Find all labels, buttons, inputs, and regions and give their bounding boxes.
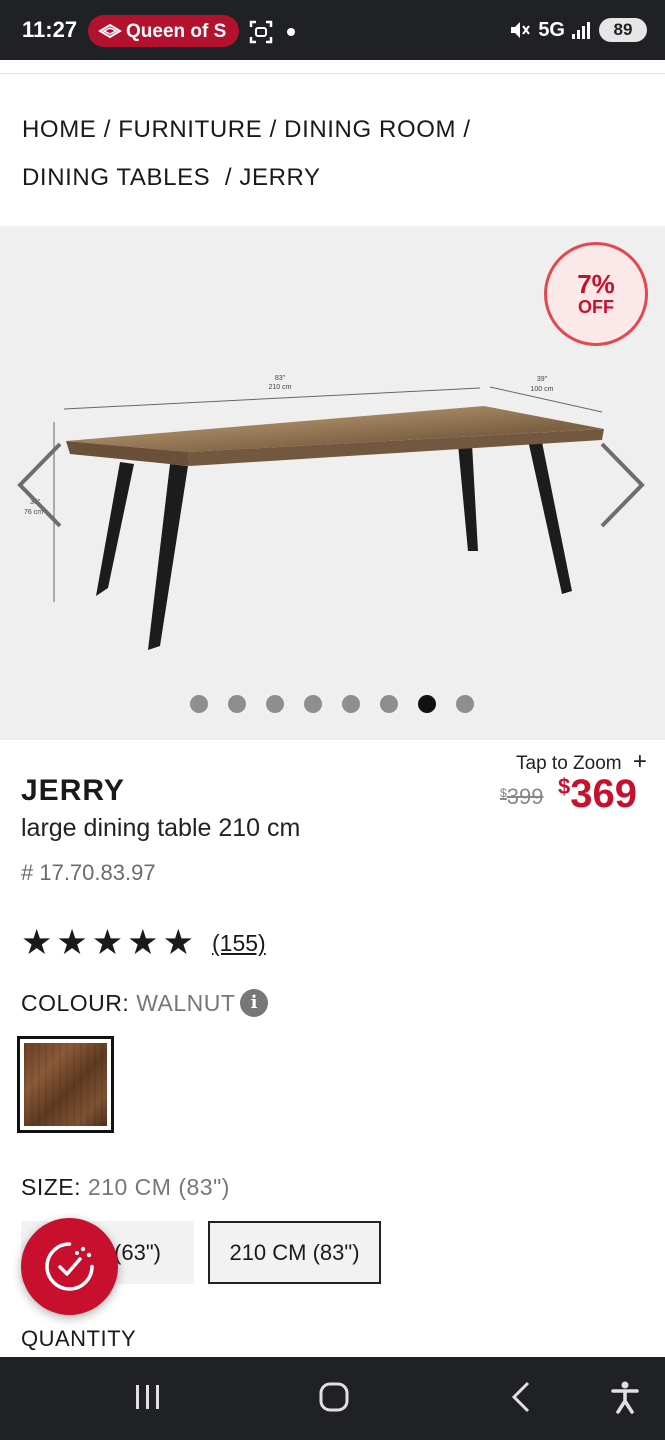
review-count-link[interactable]: (155): [212, 930, 266, 957]
pagination-dot[interactable]: [456, 695, 474, 713]
breadcrumb: HOME / FURNITURE / DINING ROOM / DINING T…: [22, 106, 642, 202]
battery-level: 89: [613, 20, 633, 39]
discount-badge-icon: [45, 1242, 94, 1291]
home-icon[interactable]: [318, 1377, 350, 1417]
size-label-text: SIZE:: [21, 1174, 82, 1200]
status-time: 11:27: [22, 17, 78, 42]
accessibility-icon[interactable]: [610, 1377, 640, 1417]
breadcrumb-home[interactable]: HOME: [22, 116, 96, 143]
original-price: $399: [500, 784, 543, 810]
colour-label-text: COLOUR:: [21, 990, 130, 1016]
mute-icon: [511, 22, 531, 38]
colour-label: COLOUR: WALNUT: [21, 990, 235, 1017]
size-option-label: 210 CM (83"): [229, 1239, 360, 1265]
gallery-pagination: [190, 695, 474, 713]
discount-off-label: OFF: [578, 297, 614, 317]
star-icon: ★: [91, 923, 124, 963]
queen-of-sheba-logo-icon: [98, 23, 122, 39]
pagination-dot[interactable]: [380, 695, 398, 713]
back-icon[interactable]: [508, 1377, 534, 1417]
network-type: 5G: [538, 18, 565, 41]
breadcrumb-dining-room[interactable]: DINING ROOM: [284, 116, 456, 143]
star-icon: ★: [162, 923, 194, 963]
breadcrumb-separator: /: [463, 116, 471, 143]
breadcrumb-separator: /: [269, 116, 277, 143]
old-price-currency: $: [500, 786, 507, 800]
pagination-dot[interactable]: [342, 695, 360, 713]
app-notification-text: Queen of S: [126, 21, 227, 42]
breadcrumb-current: JERRY: [239, 164, 321, 191]
plus-icon: +: [632, 748, 647, 775]
product-name: JERRY: [21, 774, 125, 807]
floating-promo-button[interactable]: [21, 1218, 118, 1315]
header-divider: [0, 73, 665, 74]
colour-swatch-walnut[interactable]: [17, 1036, 114, 1133]
tap-to-zoom-label: Tap to Zoom: [516, 753, 622, 774]
width-inches-label: 83": [275, 375, 286, 382]
pagination-dot[interactable]: [304, 695, 322, 713]
screenshot-icon: [249, 20, 273, 44]
width-cm-label: 210 cm: [269, 384, 292, 391]
breadcrumb-dining-tables[interactable]: DINING TABLES: [22, 164, 210, 191]
next-image-arrow-icon[interactable]: [598, 440, 648, 530]
size-option-210cm[interactable]: 210 CM (83"): [208, 1221, 381, 1284]
star-icon: ★: [56, 923, 88, 963]
status-bar: 11:27 Queen of S 5G 89: [0, 0, 665, 60]
product-sku: # 17.70.83.97: [21, 860, 156, 885]
star-icon: ★: [127, 923, 159, 963]
star-icon: ★: [21, 923, 53, 963]
recent-apps-icon[interactable]: [133, 1377, 163, 1417]
notification-dot: [287, 28, 295, 36]
old-price-value: 399: [506, 784, 544, 809]
pagination-dot[interactable]: [266, 695, 284, 713]
walnut-swatch-image: [24, 1043, 107, 1126]
breadcrumb-furniture[interactable]: FURNITURE: [118, 116, 262, 143]
size-option-label: (63"): [114, 1239, 161, 1265]
colour-value: WALNUT: [136, 990, 236, 1016]
star-rating[interactable]: ★ ★ ★ ★ ★: [21, 924, 194, 962]
info-icon[interactable]: i: [240, 989, 268, 1017]
signal-icon: [572, 22, 590, 39]
new-price-value: 369: [570, 772, 637, 816]
product-description: large dining table 210 cm: [21, 814, 301, 842]
status-right: 5G 89: [508, 18, 647, 42]
size-value: 210 CM (83"): [87, 1174, 230, 1200]
discount-percent: 7%: [577, 269, 615, 299]
pagination-dot-active[interactable]: [418, 695, 436, 713]
size-label: SIZE: 210 CM (83"): [21, 1174, 230, 1201]
new-price-currency: $: [558, 774, 571, 799]
system-nav-bar: [0, 1357, 665, 1440]
breadcrumb-separator: /: [103, 116, 111, 143]
previous-image-arrow-icon[interactable]: [14, 440, 64, 530]
app-notification-pill[interactable]: Queen of S: [88, 15, 239, 47]
discount-badge: 7% OFF: [544, 242, 648, 346]
pagination-dot[interactable]: [228, 695, 246, 713]
pagination-dot[interactable]: [190, 695, 208, 713]
depth-cm-label: 100 cm: [531, 386, 554, 393]
depth-inches-label: 39": [537, 376, 548, 383]
battery-indicator: 89: [599, 18, 647, 42]
quantity-label: QUANTITY: [21, 1326, 137, 1351]
sale-price: $369: [558, 772, 637, 817]
